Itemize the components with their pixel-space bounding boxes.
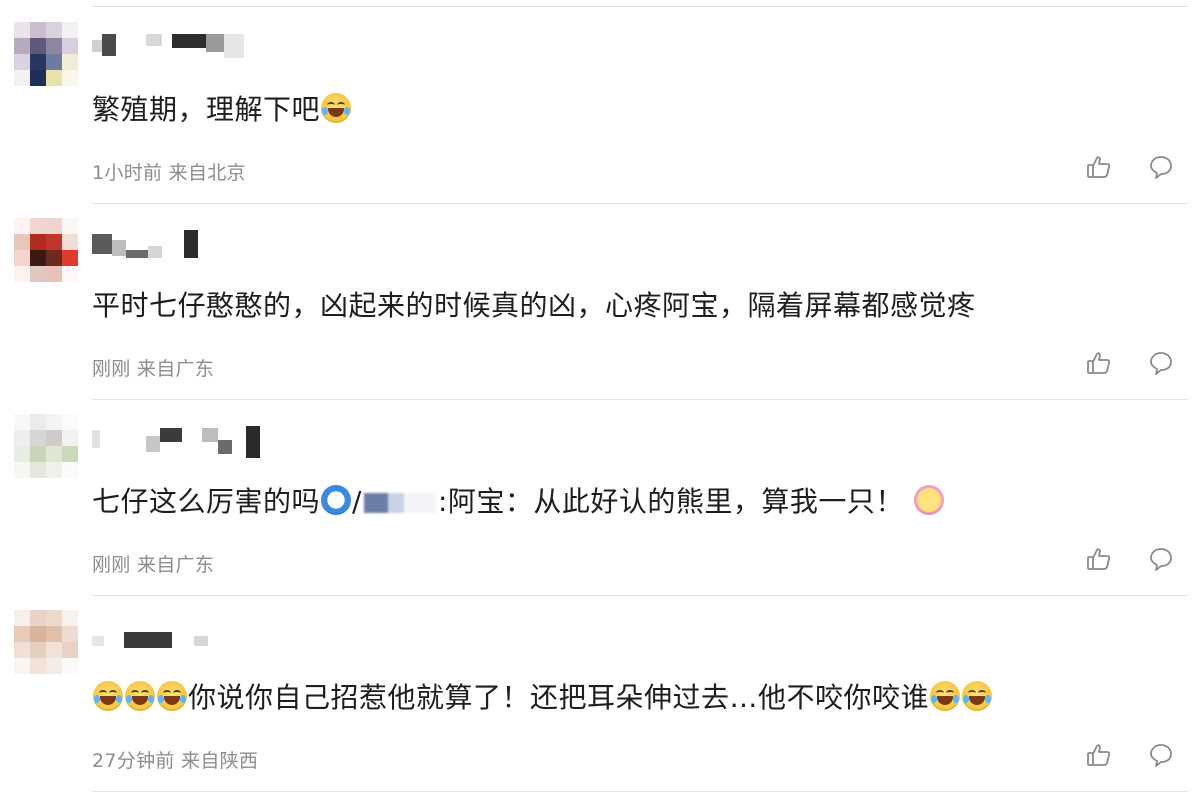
laughing-emoji xyxy=(930,681,961,711)
laughing-crying-emoji xyxy=(321,93,352,123)
comment-item: 平时七仔憨憨的，凶起来的时候真的凶，心疼阿宝，隔着屏幕都感觉疼 刚刚 来自广东 xyxy=(0,204,1200,400)
comment-bubble-icon[interactable] xyxy=(1148,154,1174,180)
comment-item: 七仔这么厉害的吗 / :阿宝：从此好认的熊里，算我一只！ 刚刚 来自广东 xyxy=(0,400,1200,596)
comment-body: 七仔这么厉害的吗 xyxy=(92,485,321,518)
comment-text: 七仔这么厉害的吗 / :阿宝：从此好认的熊里，算我一只！ xyxy=(92,482,1140,522)
avatar[interactable] xyxy=(14,22,78,86)
comment-slash: / xyxy=(352,485,362,518)
comment-text: 平时七仔憨憨的，凶起来的时候真的凶，心疼阿宝，隔着屏幕都感觉疼 xyxy=(92,286,1140,326)
laughing-emoji xyxy=(125,681,155,711)
comment-body: 你说你自己招惹他就算了！还把耳朵伸过去…他不咬你咬谁 xyxy=(188,681,930,714)
avatar[interactable] xyxy=(14,610,78,674)
comment-meta: 27分钟前 来自陕西 xyxy=(92,746,258,773)
thumbs-up-icon[interactable] xyxy=(1086,742,1112,768)
comment-body: 平时七仔憨憨的，凶起来的时候真的凶，心疼阿宝，隔着屏幕都感觉疼 xyxy=(92,289,976,322)
username-redacted[interactable] xyxy=(92,34,272,58)
avatar[interactable] xyxy=(14,414,78,478)
comment-location: 来自广东 xyxy=(136,358,215,380)
username-redacted[interactable] xyxy=(92,426,272,458)
thumbs-up-icon[interactable] xyxy=(1086,546,1112,572)
top-divider xyxy=(92,6,1188,7)
comment-meta: 1小时前 来自北京 xyxy=(92,158,246,185)
comment-actions xyxy=(1086,546,1174,572)
laughing-emoji xyxy=(962,681,993,711)
flower-face-emoji xyxy=(914,485,945,515)
comment-text: 繁殖期，理解下吧 xyxy=(92,90,1140,130)
comment-body-continued: :阿宝：从此好认的熊里，算我一只！ xyxy=(437,485,904,518)
divider xyxy=(92,791,1188,792)
comment-bubble-icon[interactable] xyxy=(1148,742,1174,768)
doraemon-emoji xyxy=(321,485,352,515)
username-redacted[interactable] xyxy=(92,230,272,258)
comment-actions xyxy=(1086,350,1174,376)
comment-time: 刚刚 xyxy=(92,554,131,576)
comment-location: 来自陕西 xyxy=(181,750,259,772)
comment-meta: 刚刚 来自广东 xyxy=(92,550,214,577)
comment-actions xyxy=(1086,154,1174,180)
mention-redacted[interactable] xyxy=(363,493,436,513)
username-redacted[interactable] xyxy=(92,622,272,648)
comment-item: 繁殖期，理解下吧 1小时前 来自北京 xyxy=(0,8,1200,204)
comment-bubble-icon[interactable] xyxy=(1148,350,1174,376)
comment-actions xyxy=(1086,742,1174,768)
comment-bubble-icon[interactable] xyxy=(1148,546,1174,572)
comment-location: 来自北京 xyxy=(168,162,246,184)
comment-body: 繁殖期，理解下吧 xyxy=(92,93,321,126)
laughing-emoji xyxy=(93,681,123,711)
comment-location: 来自广东 xyxy=(136,554,215,576)
thumbs-up-icon[interactable] xyxy=(1086,154,1112,180)
comment-time: 刚刚 xyxy=(92,358,131,380)
avatar[interactable] xyxy=(14,218,78,282)
comment-text: 你说你自己招惹他就算了！还把耳朵伸过去…他不咬你咬谁 xyxy=(92,678,1140,718)
thumbs-up-icon[interactable] xyxy=(1086,350,1112,376)
comment-time: 1小时前 xyxy=(92,162,163,184)
laughing-emoji xyxy=(157,681,187,711)
comment-time: 27分钟前 xyxy=(92,750,175,772)
comment-item: 你说你自己招惹他就算了！还把耳朵伸过去…他不咬你咬谁 27分钟前 来自陕西 xyxy=(0,596,1200,792)
comment-meta: 刚刚 来自广东 xyxy=(92,354,214,381)
